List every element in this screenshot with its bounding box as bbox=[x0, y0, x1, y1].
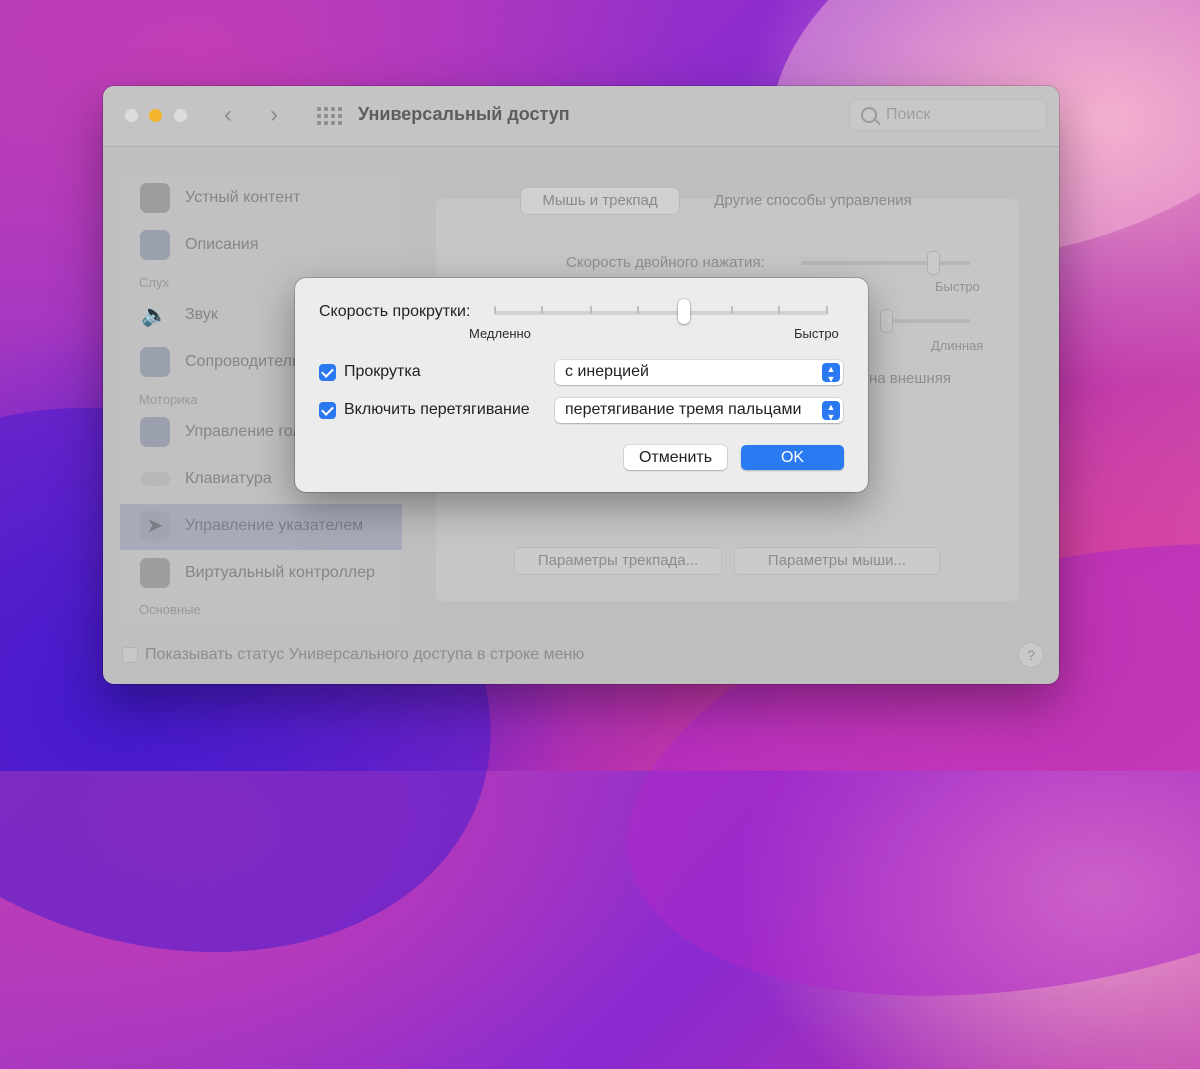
chat-bubble-icon bbox=[140, 230, 170, 260]
ok-button[interactable]: OK bbox=[741, 445, 844, 470]
double-click-max-label: Быстро bbox=[935, 279, 980, 294]
keyboard-icon bbox=[140, 472, 170, 486]
minimize-window-button[interactable] bbox=[149, 109, 162, 122]
sidebar-item-switch-control[interactable]: Виртуальный контроллер bbox=[120, 551, 402, 597]
slider-tick bbox=[778, 306, 780, 314]
trackpad-options-dialog: Скорость прокрутки: Медленно Быстро Прок… bbox=[295, 278, 868, 492]
sidebar-section-header: Слух bbox=[139, 275, 169, 290]
dragging-mode-value: перетягивание тремя пальцами bbox=[565, 401, 802, 418]
scrolling-mode-select[interactable]: с инерцией ▲ ▼ bbox=[555, 360, 843, 385]
speaker-icon: 🔈 bbox=[141, 302, 169, 327]
slider-tick bbox=[494, 306, 496, 314]
slider-tick bbox=[541, 306, 543, 314]
double-click-speed-knob[interactable] bbox=[928, 252, 939, 274]
enable-dragging-checkbox[interactable] bbox=[319, 402, 336, 419]
tab-mouse-trackpad[interactable]: Мышь и трекпад bbox=[521, 188, 679, 214]
slider-tick bbox=[637, 306, 639, 314]
close-window-button[interactable] bbox=[125, 109, 138, 122]
scroll-speed-knob[interactable] bbox=[678, 299, 691, 324]
search-icon bbox=[861, 107, 877, 123]
sidebar-item-label: Описания bbox=[185, 236, 259, 253]
captions-icon bbox=[140, 347, 170, 377]
voice-control-icon bbox=[140, 417, 170, 447]
ignore-trackpad-label: на внешняя bbox=[869, 370, 951, 387]
cancel-button[interactable]: Отменить bbox=[624, 445, 727, 470]
sidebar-item-label: Управление указателем bbox=[185, 517, 364, 534]
sidebar-item-label: Устный контент bbox=[185, 189, 301, 206]
help-button[interactable]: ? bbox=[1018, 642, 1044, 668]
spring-loading-slider[interactable] bbox=[883, 319, 971, 323]
window-title: Универсальный доступ bbox=[358, 104, 570, 124]
slider-tick bbox=[731, 306, 733, 314]
sidebar-item-descriptions[interactable]: Описания bbox=[120, 223, 402, 269]
pointer-icon: ➤ bbox=[140, 511, 170, 541]
search-input[interactable] bbox=[886, 106, 1036, 124]
sidebar-item-spoken-content[interactable]: Устный контент bbox=[120, 176, 402, 222]
chevron-up-down-icon: ▲ ▼ bbox=[822, 401, 840, 422]
chevron-up-down-icon: ▲ ▼ bbox=[822, 363, 840, 384]
forward-icon[interactable]: › bbox=[270, 103, 278, 127]
show-all-grid-icon[interactable] bbox=[317, 107, 342, 125]
speech-bubble-icon bbox=[140, 183, 170, 213]
sidebar-item-pointer-control[interactable]: ➤ Управление указателем bbox=[120, 504, 402, 550]
spring-loading-max-label: Длинная bbox=[931, 338, 984, 353]
show-status-label: Показывать статус Универсального доступа… bbox=[145, 646, 585, 663]
enable-dragging-label: Включить перетягивание bbox=[344, 401, 530, 418]
zoom-window-button[interactable] bbox=[174, 109, 187, 122]
sidebar-item-label: Виртуальный контроллер bbox=[185, 564, 375, 581]
title-bar: ‹ › Универсальный доступ bbox=[103, 86, 1059, 147]
show-status-checkbox[interactable] bbox=[122, 647, 138, 663]
slider-tick bbox=[826, 306, 828, 314]
dragging-mode-select[interactable]: перетягивание тремя пальцами ▲ ▼ bbox=[555, 398, 843, 423]
sidebar-section-header: Моторика bbox=[139, 392, 198, 407]
sidebar-item-label: Клавиатура bbox=[185, 470, 272, 487]
mouse-options-button[interactable]: Параметры мыши... bbox=[735, 548, 939, 574]
scroll-speed-label: Скорость прокрутки: bbox=[319, 303, 471, 320]
scrolling-checkbox[interactable] bbox=[319, 364, 336, 381]
double-click-speed-label: Скорость двойного нажатия: bbox=[566, 254, 765, 271]
sidebar-section-header: Основные bbox=[139, 602, 201, 617]
tab-alternate-control[interactable]: Другие способы управления bbox=[693, 188, 933, 214]
switch-control-icon bbox=[140, 558, 170, 588]
slider-tick bbox=[590, 306, 592, 314]
scrolling-mode-value: с инерцией bbox=[565, 363, 649, 380]
scrolling-label: Прокрутка bbox=[344, 363, 421, 380]
spring-loading-knob[interactable] bbox=[881, 310, 892, 332]
trackpad-options-button[interactable]: Параметры трекпада... bbox=[515, 548, 721, 574]
scroll-speed-min-label: Медленно bbox=[469, 326, 531, 341]
scroll-speed-max-label: Быстро bbox=[794, 326, 839, 341]
double-click-speed-slider[interactable] bbox=[801, 261, 971, 265]
search-field[interactable] bbox=[849, 99, 1047, 131]
sidebar-item-label: Звук bbox=[185, 306, 218, 323]
back-icon[interactable]: ‹ bbox=[224, 103, 232, 127]
